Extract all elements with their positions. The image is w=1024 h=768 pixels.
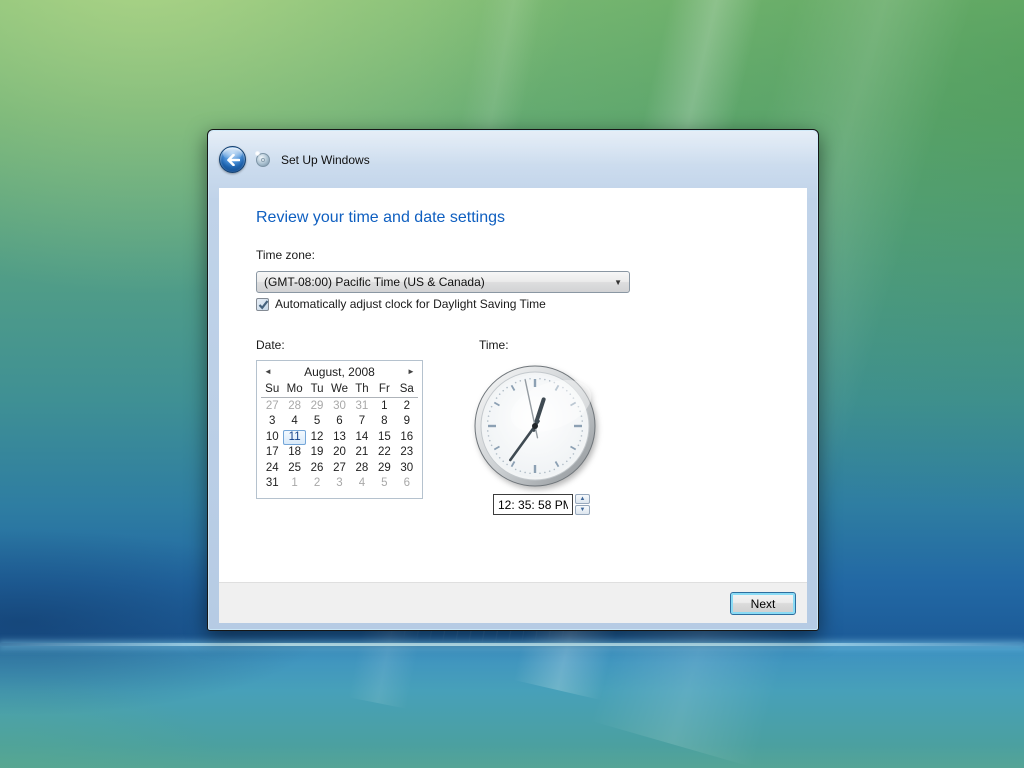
dst-checkbox-label: Automatically adjust clock for Daylight … xyxy=(275,297,546,311)
calendar-day[interactable]: 27 xyxy=(328,461,350,476)
calendar-day[interactable]: 23 xyxy=(396,445,418,460)
calendar-day[interactable]: 12 xyxy=(306,430,328,445)
calendar-day[interactable]: 7 xyxy=(351,414,373,429)
calendar-day[interactable]: 27 xyxy=(261,399,283,414)
dst-checkbox[interactable] xyxy=(256,297,269,311)
calendar-prev-icon[interactable]: ◄ xyxy=(260,365,276,379)
time-label: Time: xyxy=(479,338,509,352)
calendar-day[interactable]: 24 xyxy=(261,461,283,476)
calendar-day[interactable]: 16 xyxy=(396,430,418,445)
calendar-grid: 27 28 29 30 31 1 2 3 4 5 6 7 8 9 10 11 12 13 14 15 16 17 18 19 2… xyxy=(261,399,418,491)
calendar-day-header: Fr xyxy=(378,383,390,395)
calendar-day[interactable]: 10 xyxy=(261,430,283,445)
timezone-selected-value: (GMT-08:00) Pacific Time (US & Canada) xyxy=(264,275,485,289)
calendar-day-header: Tu xyxy=(310,383,324,395)
calendar-day[interactable]: 28 xyxy=(351,461,373,476)
setup-windows-icon xyxy=(255,151,272,168)
calendar-day[interactable]: 29 xyxy=(373,461,395,476)
calendar-day[interactable]: 1 xyxy=(373,399,395,414)
back-button[interactable] xyxy=(219,146,246,173)
next-button[interactable]: Next xyxy=(730,592,796,615)
content-area: Review your time and date settings Time … xyxy=(219,188,807,582)
calendar-day[interactable]: 20 xyxy=(328,445,350,460)
calendar-day[interactable]: 31 xyxy=(351,399,373,414)
analog-clock xyxy=(471,362,599,490)
calendar-day[interactable]: 19 xyxy=(306,445,328,460)
calendar-day-header: Mo xyxy=(286,383,303,395)
calendar-day-header: Sa xyxy=(399,383,414,395)
calendar-next-icon[interactable]: ► xyxy=(403,365,419,379)
calendar-day[interactable]: 6 xyxy=(396,476,418,491)
calendar-day[interactable]: 3 xyxy=(261,414,283,429)
timezone-dropdown[interactable]: (GMT-08:00) Pacific Time (US & Canada) ▼ xyxy=(256,271,630,293)
calendar-day[interactable]: 21 xyxy=(351,445,373,460)
calendar-day[interactable]: 17 xyxy=(261,445,283,460)
calendar-day[interactable]: 14 xyxy=(351,430,373,445)
titlebar: Set Up Windows xyxy=(209,131,817,188)
spinner-up-icon[interactable]: ▲ xyxy=(575,494,590,504)
calendar-day[interactable]: 1 xyxy=(283,476,305,491)
dst-checkbox-row[interactable]: Automatically adjust clock for Daylight … xyxy=(256,297,546,311)
calendar: ◄ August, 2008 ► Su Mo Tu We Th Fr Sa 27 28 29 30… xyxy=(256,360,423,499)
calendar-day[interactable]: 11 xyxy=(283,429,306,446)
time-editor: ▲ ▼ xyxy=(493,494,590,515)
calendar-day[interactable]: 30 xyxy=(328,399,350,414)
checkmark-icon xyxy=(258,299,269,309)
calendar-month-year: August, 2008 xyxy=(304,365,375,379)
calendar-day-header: Su xyxy=(265,383,280,395)
calendar-day-header: Th xyxy=(355,383,369,395)
calendar-day[interactable]: 4 xyxy=(283,414,305,429)
calendar-day[interactable]: 15 xyxy=(373,430,395,445)
calendar-day[interactable]: 9 xyxy=(396,414,418,429)
calendar-day[interactable]: 29 xyxy=(306,399,328,414)
timezone-label: Time zone: xyxy=(256,248,315,262)
calendar-day[interactable]: 22 xyxy=(373,445,395,460)
calendar-day[interactable]: 3 xyxy=(328,476,350,491)
setup-window: Set Up Windows Review your time and date… xyxy=(207,129,819,631)
time-spinner: ▲ ▼ xyxy=(575,494,590,515)
footer-bar: Next xyxy=(219,582,807,623)
calendar-day[interactable]: 2 xyxy=(306,476,328,491)
calendar-day[interactable]: 31 xyxy=(261,476,283,491)
calendar-day[interactable]: 28 xyxy=(283,399,305,414)
calendar-day[interactable]: 8 xyxy=(373,414,395,429)
date-label: Date: xyxy=(256,338,285,352)
calendar-day-headers: Su Mo Tu We Th Fr Sa xyxy=(261,383,418,398)
calendar-day[interactable]: 5 xyxy=(373,476,395,491)
window-title: Set Up Windows xyxy=(281,152,370,167)
time-input[interactable] xyxy=(493,494,573,515)
calendar-header: ◄ August, 2008 ► xyxy=(257,361,422,383)
clock-center-cap xyxy=(532,423,538,429)
page-title: Review your time and date settings xyxy=(256,209,506,226)
back-arrow-icon xyxy=(226,153,240,166)
calendar-day[interactable]: 5 xyxy=(306,414,328,429)
calendar-day[interactable]: 2 xyxy=(396,399,418,414)
calendar-day[interactable]: 4 xyxy=(351,476,373,491)
spinner-down-icon[interactable]: ▼ xyxy=(575,505,590,515)
calendar-day[interactable]: 18 xyxy=(283,445,305,460)
calendar-day[interactable]: 13 xyxy=(328,430,350,445)
calendar-day[interactable]: 6 xyxy=(328,414,350,429)
calendar-day[interactable]: 26 xyxy=(306,461,328,476)
calendar-day[interactable]: 30 xyxy=(396,461,418,476)
calendar-day-header: We xyxy=(330,383,349,395)
calendar-day[interactable]: 25 xyxy=(283,461,305,476)
chevron-down-icon: ▼ xyxy=(614,277,622,287)
